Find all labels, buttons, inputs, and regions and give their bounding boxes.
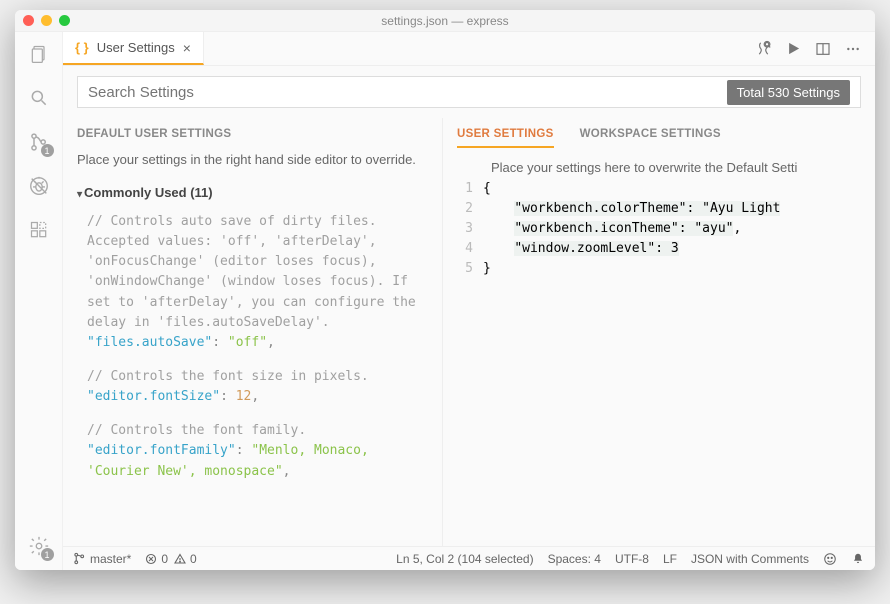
settings-search-box[interactable]: Total 530 Settings: [77, 76, 861, 108]
tab-label: User Settings: [97, 40, 175, 55]
run-icon[interactable]: [786, 41, 801, 56]
eol[interactable]: LF: [663, 552, 677, 566]
editor-lines[interactable]: { "workbench.colorTheme": "Ayu Light "wo…: [483, 179, 875, 279]
tab-close-icon[interactable]: ×: [183, 40, 191, 56]
comment: // Controls the font size in pixels.: [87, 367, 428, 387]
close-window-button[interactable]: [23, 15, 34, 26]
tab-bar: { } User Settings ×: [63, 32, 875, 66]
comment: // Controls the font family.: [87, 421, 428, 441]
editor-actions: [755, 32, 875, 65]
search-icon[interactable]: [27, 86, 51, 110]
default-settings-heading: DEFAULT USER SETTINGS: [77, 128, 428, 140]
search-input[interactable]: [88, 84, 727, 101]
tab-user-scope[interactable]: USER SETTINGS: [457, 128, 554, 148]
tab-user-settings[interactable]: { } User Settings ×: [63, 32, 204, 65]
notifications-bell-icon[interactable]: [851, 552, 865, 566]
settings-panes: DEFAULT USER SETTINGS Place your setting…: [63, 118, 875, 546]
minimize-window-button[interactable]: [41, 15, 52, 26]
line-gutter: 1 2 3 4 5: [443, 179, 483, 279]
default-settings-code: // Controls auto save of dirty files. Ac…: [77, 212, 428, 482]
cursor-position[interactable]: Ln 5, Col 2 (104 selected): [396, 552, 533, 566]
more-actions-icon[interactable]: [845, 41, 861, 57]
status-bar: master* 0 0 Ln 5, Col 2 (104 selected) S…: [63, 546, 875, 570]
settings-scope-tabs: USER SETTINGS WORKSPACE SETTINGS: [443, 128, 875, 154]
open-raw-icon[interactable]: [755, 40, 772, 57]
git-branch[interactable]: master*: [73, 552, 131, 566]
tab-workspace-scope[interactable]: WORKSPACE SETTINGS: [580, 128, 721, 148]
explorer-icon[interactable]: [27, 42, 51, 66]
override-hint: Place your settings in the right hand si…: [77, 152, 428, 167]
braces-icon: { }: [75, 40, 89, 55]
titlebar: settings.json — express: [15, 10, 875, 32]
scm-icon[interactable]: 1: [27, 130, 51, 154]
total-settings-badge: Total 530 Settings: [727, 80, 850, 105]
settings-gear-icon[interactable]: 1: [27, 534, 51, 558]
window-controls: [23, 15, 70, 26]
user-settings-hint: Place your settings here to overwrite th…: [443, 154, 875, 179]
default-settings-pane: DEFAULT USER SETTINGS Place your setting…: [63, 118, 443, 546]
scm-badge: 1: [41, 144, 54, 157]
problems-errors[interactable]: 0: [145, 552, 168, 566]
extensions-icon[interactable]: [27, 218, 51, 242]
section-commonly-used[interactable]: Commonly Used (11): [77, 185, 428, 200]
settings-search-row: Total 530 Settings: [63, 66, 875, 118]
app-window: settings.json — express 1 1: [15, 10, 875, 570]
split-editor-icon[interactable]: [815, 41, 831, 57]
zoom-window-button[interactable]: [59, 15, 70, 26]
feedback-smiley-icon[interactable]: [823, 552, 837, 566]
problems-warnings[interactable]: 0: [174, 552, 197, 566]
encoding[interactable]: UTF-8: [615, 552, 649, 566]
user-settings-editor[interactable]: 1 2 3 4 5 { "workbench.colorTheme": "Ayu…: [443, 179, 875, 279]
app-body: 1 1 { } User Settings ×: [15, 32, 875, 570]
window-title: settings.json — express: [15, 14, 875, 28]
user-settings-pane: USER SETTINGS WORKSPACE SETTINGS Place y…: [443, 118, 875, 546]
main-area: { } User Settings ×: [63, 32, 875, 570]
activity-bar: 1 1: [15, 32, 63, 570]
debug-icon[interactable]: [27, 174, 51, 198]
indentation[interactable]: Spaces: 4: [548, 552, 601, 566]
gear-badge: 1: [41, 548, 54, 561]
comment: // Controls auto save of dirty files. Ac…: [87, 212, 428, 333]
language-mode[interactable]: JSON with Comments: [691, 552, 809, 566]
